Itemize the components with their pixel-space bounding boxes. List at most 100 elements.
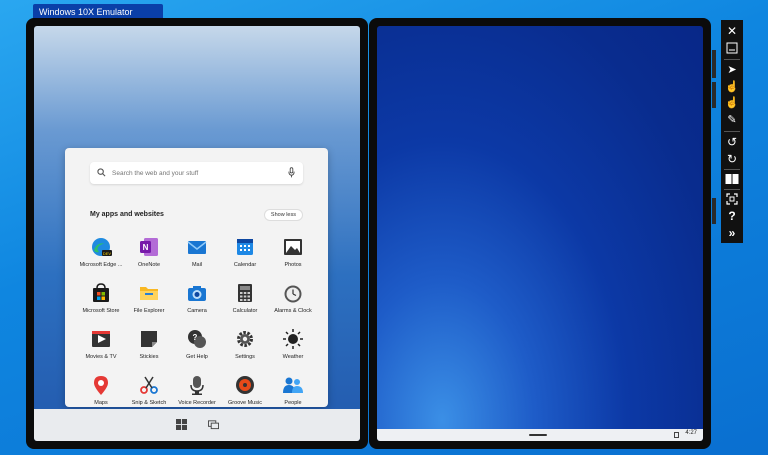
app-tile[interactable]: Stickies [125, 328, 173, 366]
app-tile[interactable]: ? Get Help [173, 328, 221, 366]
app-label: Microsoft Edge ... [79, 262, 123, 268]
dual-screen-icon[interactable] [724, 171, 740, 187]
emulator-toolbar: ✕ ➤ ☝ ☝ ✎ ↺ ↻ ? » [721, 20, 743, 243]
app-tile[interactable]: DEV Microsoft Edge ... [77, 236, 125, 274]
app-tile[interactable]: Camera [173, 282, 221, 320]
touch-icon[interactable]: ☝ [724, 79, 740, 95]
svg-text:?: ? [193, 333, 198, 342]
app-label: Settings [235, 354, 255, 360]
expand-icon[interactable]: » [724, 225, 740, 241]
side-hinge [712, 198, 716, 224]
app-label: OneNote [137, 262, 160, 268]
maps-icon [94, 376, 108, 395]
app-tile[interactable]: Calculator [221, 282, 269, 320]
start-menu: My apps and websites Show less DEV Micro… [65, 148, 328, 407]
app-tile[interactable]: Microsoft Store [77, 282, 125, 320]
weather-icon [283, 329, 303, 349]
app-tile[interactable]: Groove Music [221, 374, 269, 412]
taskbar [34, 409, 360, 441]
app-label: Microsoft Store [82, 308, 120, 314]
movies-icon [92, 331, 110, 347]
svg-text:DEV: DEV [103, 251, 112, 256]
app-tile[interactable]: Alarms & Clock [269, 282, 317, 320]
left-screen: My apps and websites Show less DEV Micro… [34, 26, 360, 441]
stickies-icon [141, 331, 157, 347]
right-screen-frame: 4:27 [369, 18, 711, 449]
rotate-left-icon[interactable]: ↺ [724, 134, 740, 150]
app-label: Alarms & Clock [274, 308, 312, 314]
photos-icon [284, 239, 302, 255]
search-input[interactable] [112, 165, 282, 181]
toolbar-divider [724, 59, 740, 60]
microphone-icon[interactable] [288, 167, 295, 178]
app-label: Photos [284, 262, 302, 268]
home-indicator[interactable] [529, 434, 547, 436]
search-icon [97, 168, 106, 177]
app-tile[interactable]: Maps [77, 374, 125, 412]
app-tile[interactable]: Voice Recorder [173, 374, 221, 412]
show-less-button[interactable]: Show less [263, 209, 303, 221]
app-label: Movies & TV [85, 354, 117, 360]
camera-icon [188, 286, 206, 301]
search-box[interactable] [90, 162, 303, 184]
right-taskbar: 4:27 [377, 429, 703, 441]
app-label: File Explorer [133, 308, 165, 314]
windows-start-icon[interactable] [176, 419, 187, 430]
screenshot-icon[interactable] [724, 191, 740, 207]
multi-touch-icon[interactable]: ☝ [724, 95, 740, 111]
app-label: Weather [282, 354, 304, 360]
help-icon: ? [188, 330, 206, 348]
minimize-icon[interactable] [724, 40, 740, 56]
store-icon [93, 283, 109, 302]
app-label: Camera [187, 308, 207, 314]
scissors-icon [140, 376, 158, 394]
onenote-icon: N [140, 238, 158, 256]
close-icon[interactable]: ✕ [724, 23, 740, 39]
gear-icon [237, 331, 253, 347]
app-tile[interactable]: People [269, 374, 317, 412]
apps-section-title: My apps and websites [90, 211, 164, 218]
app-label: Calculator [232, 308, 258, 314]
app-label: Snip & Sketch [131, 400, 167, 406]
help-icon[interactable]: ? [724, 208, 740, 224]
app-label: Maps [94, 400, 108, 406]
app-label: Get Help [186, 354, 208, 360]
app-label: Calendar [233, 262, 257, 268]
right-screen: 4:27 [377, 26, 703, 441]
mail-icon [187, 241, 207, 254]
app-label: Mail [191, 262, 203, 268]
side-hinge [712, 82, 716, 108]
toolbar-divider [724, 189, 740, 190]
mouse-pointer-icon[interactable]: ➤ [724, 62, 740, 78]
app-label: Stickies [139, 354, 159, 360]
edge-dev-icon: DEV [92, 238, 112, 256]
clock-icon [284, 285, 302, 303]
app-tile[interactable]: File Explorer [125, 282, 173, 320]
app-label: Groove Music [228, 400, 262, 406]
app-tile[interactable]: N OneNote [125, 236, 173, 274]
battery-icon [674, 432, 679, 438]
app-tile[interactable]: Calendar [221, 236, 269, 274]
music-icon [236, 376, 254, 394]
calculator-icon [238, 284, 252, 302]
clock: 4:27 [685, 430, 697, 436]
toolbar-divider [724, 169, 740, 170]
app-tile[interactable]: Weather [269, 328, 317, 366]
app-label: Voice Recorder [178, 400, 216, 406]
app-tile[interactable]: Photos [269, 236, 317, 274]
app-tile[interactable]: Movies & TV [77, 328, 125, 366]
app-tile[interactable]: Snip & Sketch [125, 374, 173, 412]
task-view-icon[interactable] [208, 419, 219, 430]
svg-text:N: N [143, 243, 149, 252]
toolbar-divider [724, 131, 740, 132]
app-tile[interactable]: Settings [221, 328, 269, 366]
left-screen-frame: My apps and websites Show less DEV Micro… [26, 18, 368, 449]
side-hinge [712, 50, 716, 78]
pen-icon[interactable]: ✎ [724, 112, 740, 128]
rotate-right-icon[interactable]: ↻ [724, 151, 740, 167]
microphone-icon [190, 376, 204, 395]
people-icon [283, 377, 303, 393]
app-tile[interactable]: Mail [173, 236, 221, 274]
calendar-icon [237, 239, 253, 255]
folder-icon [140, 287, 158, 300]
